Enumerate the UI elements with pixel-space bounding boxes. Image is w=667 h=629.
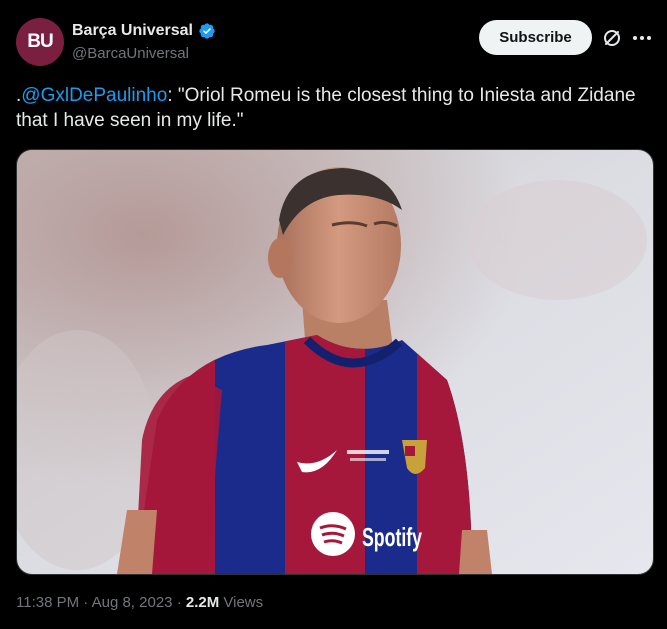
- tweet-text: .@GxlDePaulinho: "Oriol Romeu is the clo…: [16, 83, 656, 133]
- subscribe-button[interactable]: Subscribe: [479, 20, 592, 55]
- more-icon[interactable]: [630, 26, 654, 50]
- verified-badge-icon: [199, 23, 215, 39]
- author-handle[interactable]: @BarcaUniversal: [72, 45, 189, 62]
- mention-link[interactable]: @GxlDePaulinho: [21, 85, 167, 106]
- meta-separator: ·: [83, 594, 92, 611]
- avatar[interactable]: BU: [16, 18, 64, 66]
- views-count: 2.2M: [185, 594, 220, 611]
- views-label: Views: [223, 594, 264, 611]
- tweet-meta: 11:38 PM · Aug 8, 2023 · 2.2M Views: [16, 594, 263, 611]
- author-name-row[interactable]: Barça Universal: [72, 22, 216, 40]
- tweet-date[interactable]: Aug 8, 2023: [92, 594, 173, 611]
- player-photo: Spotify: [17, 150, 653, 574]
- tweet-media-photo[interactable]: Spotify: [16, 149, 654, 575]
- display-name[interactable]: Barça Universal: [72, 22, 193, 40]
- shirt-sponsor-text: Spotify: [362, 522, 422, 552]
- grok-icon[interactable]: [600, 26, 624, 50]
- meta-separator: ·: [176, 594, 186, 611]
- tweet-time[interactable]: 11:38 PM: [16, 594, 79, 611]
